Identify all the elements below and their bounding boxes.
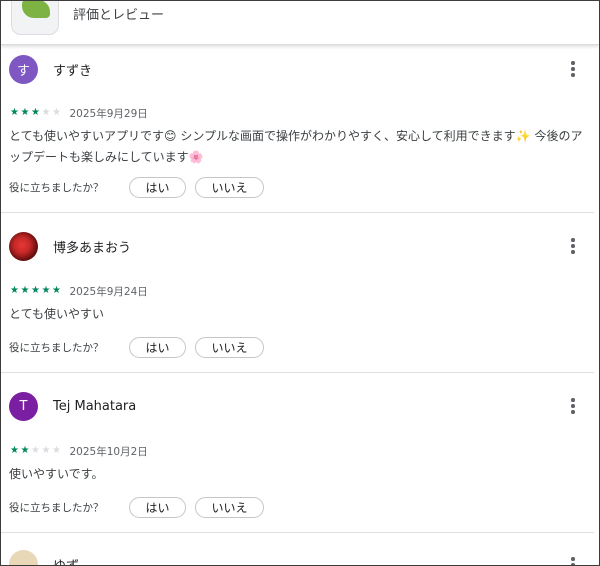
avatar: す <box>9 54 38 84</box>
star-icon: ★ <box>52 107 61 118</box>
rating-row: ★ ★ ★ ★ ★ 2025年9月29日 <box>10 106 148 120</box>
review-date: 2025年10月2日 <box>69 445 148 458</box>
helpful-question: 役に立ちましたか？ <box>9 341 104 354</box>
star-icon: ★ <box>10 285 19 296</box>
star-icon: ★ <box>31 285 40 296</box>
divider <box>1 532 594 533</box>
rating-row: ★ ★ ★ ★ ★ 2025年10月2日 <box>10 444 148 458</box>
star-rating: ★ ★ ★ ★ ★ <box>10 446 63 456</box>
star-icon: ★ <box>41 285 51 296</box>
review-date: 2025年9月24日 <box>69 285 148 298</box>
app-icon <box>11 1 59 35</box>
ratings-header: 評価とレビュー <box>1 1 599 45</box>
star-icon: ★ <box>52 285 61 296</box>
star-icon: ★ <box>20 445 30 456</box>
star-icon: ★ <box>31 445 40 456</box>
reviewer-name: すずき <box>53 63 93 79</box>
star-icon: ★ <box>41 445 51 456</box>
reviewer-name: 博多あまおう <box>53 240 132 256</box>
helpful-row: 役に立ちましたか？ はい いいえ <box>9 336 264 358</box>
divider <box>1 372 594 373</box>
star-icon: ★ <box>20 107 30 118</box>
rating-row: ★ ★ ★ ★ ★ 2025年9月24日 <box>10 284 148 298</box>
helpful-no-button[interactable]: いいえ <box>195 496 264 518</box>
more-options-icon[interactable] <box>563 57 583 81</box>
reviewer-row: す すずき <box>9 54 92 84</box>
star-icon: ★ <box>10 107 19 118</box>
star-icon: ★ <box>20 285 30 296</box>
reviewer-row: T Tej Mahatara <box>9 391 136 421</box>
helpful-row: 役に立ちましたか？ はい いいえ <box>9 496 264 518</box>
star-icon: ★ <box>10 445 19 456</box>
helpful-row: 役に立ちましたか？ はい いいえ <box>9 176 264 198</box>
reviews-panel: 評価とレビュー す すずき ★ ★ ★ ★ ★ 2025年9月29日 とても使いやすいア… <box>0 0 600 566</box>
reviewer-row: 博多あまおう <box>9 231 131 261</box>
more-options-icon[interactable] <box>563 553 583 565</box>
divider <box>1 212 594 213</box>
reviewer-row: ゆず <box>9 549 80 566</box>
helpful-question: 役に立ちましたか？ <box>9 181 104 194</box>
avatar <box>9 549 38 565</box>
reviewer-name: Tej Mahatara <box>53 398 137 414</box>
helpful-no-button[interactable]: いいえ <box>195 336 264 358</box>
helpful-yes-button[interactable]: はい <box>129 496 186 518</box>
review-text: 使いやすいです。 <box>9 467 104 481</box>
more-options-icon[interactable] <box>563 234 583 258</box>
star-rating: ★ ★ ★ ★ ★ <box>10 286 63 296</box>
leaf-icon <box>22 1 50 18</box>
star-icon: ★ <box>31 107 40 118</box>
star-rating: ★ ★ ★ ★ ★ <box>10 108 63 118</box>
avatar: T <box>9 391 38 421</box>
helpful-yes-button[interactable]: はい <box>129 176 186 198</box>
review-text: とても使いやすいアプリです😊 シンプルな画面で操作がわかりやすく、安心して利用で… <box>9 129 583 164</box>
review-text: とても使いやすい <box>9 307 105 321</box>
helpful-question: 役に立ちましたか？ <box>9 501 104 514</box>
star-icon: ★ <box>52 445 61 456</box>
review-date: 2025年9月29日 <box>69 107 148 120</box>
helpful-yes-button[interactable]: はい <box>129 336 186 358</box>
avatar <box>9 231 38 261</box>
helpful-no-button[interactable]: いいえ <box>195 176 264 198</box>
more-options-icon[interactable] <box>563 394 583 418</box>
star-icon: ★ <box>41 107 51 118</box>
reviewer-name: ゆず <box>53 558 80 566</box>
ratings-title: 評価とレビュー <box>73 8 165 23</box>
